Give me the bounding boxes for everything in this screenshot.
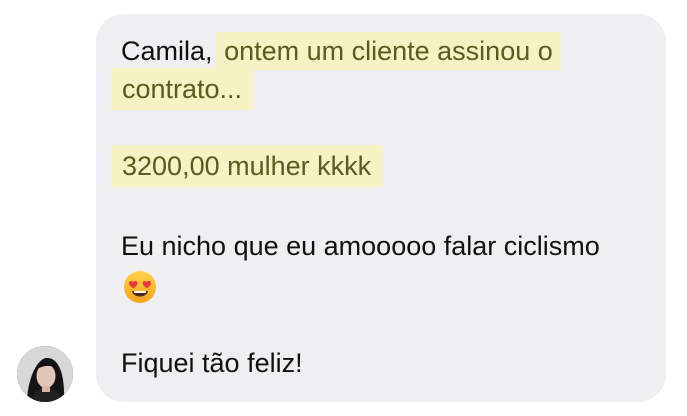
message-line-1: Camila, ontem um cliente assinou o	[121, 32, 561, 70]
message-line-3: 3200,00 mulher kkkk	[111, 145, 383, 187]
comma: ,	[205, 36, 213, 66]
highlighted-text-2: 3200,00 mulher kkkk	[111, 145, 383, 187]
highlighted-text-1b: contrato...	[111, 68, 254, 110]
sender-avatar[interactable]	[17, 346, 73, 402]
profile-photo-icon	[17, 346, 73, 402]
message-text-ciclismo: Eu nicho que eu amooooo falar ciclismo	[121, 231, 600, 261]
heart-eyes-emoji-icon	[123, 270, 157, 304]
message-line-5: Fiquei tão feliz!	[121, 346, 303, 381]
message-line-2: contrato...	[111, 68, 254, 110]
sender-name-text: Camila	[121, 36, 206, 66]
message-line-4: Eu nicho que eu amooooo falar ciclismo	[121, 229, 600, 264]
message-text-feliz: Fiquei tão feliz!	[121, 348, 303, 378]
highlighted-text-1a: ontem um cliente assinou o	[216, 32, 561, 70]
